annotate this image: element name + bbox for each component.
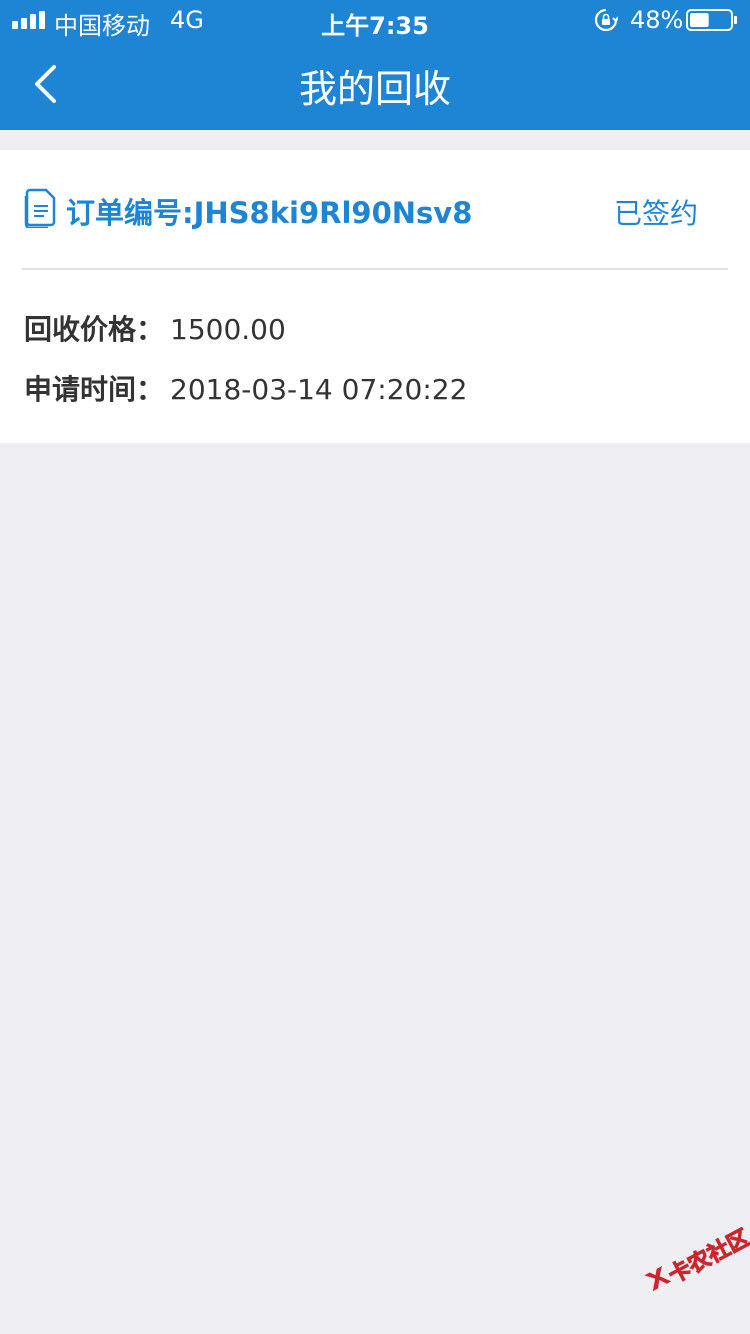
status-bar: 中国移动 4G 上午7:35 48% (0, 0, 750, 40)
apply-time-row: 申请时间： 2018-03-14 07:20:22 (24, 368, 467, 408)
apply-time-value: 2018-03-14 07:20:22 (170, 373, 468, 406)
recycle-price-value: 1500.00 (170, 313, 286, 346)
watermark-logo: 卡农社区 (636, 1215, 750, 1317)
page-title: 我的回收 (298, 67, 451, 111)
order-number: 订单编号:JHS8ki9Rl90Nsv8 (66, 196, 473, 230)
apply-time-label: 申请时间： (24, 373, 165, 406)
app-header: 中国移动 4G 上午7:35 48% 我的回收 (0, 0, 750, 130)
divider (22, 268, 728, 270)
orientation-lock-icon (594, 8, 618, 32)
order-card[interactable]: 订单编号:JHS8ki9Rl90Nsv8 已签约 回收价格： 1500.00 申请… (0, 150, 750, 443)
order-header: 订单编号:JHS8ki9Rl90Nsv8 已签约 (22, 186, 728, 232)
recycle-price-row: 回收价格： 1500.00 (24, 308, 286, 348)
battery-percent: 48% (630, 6, 684, 34)
watermark-text: 卡农社区 (664, 1225, 750, 1289)
recycle-price-label: 回收价格： (24, 313, 165, 346)
battery-icon (686, 9, 737, 31)
document-icon (24, 188, 56, 228)
status-badge: 已签约 (613, 197, 698, 230)
nav-bar: 我的回收 (0, 40, 750, 130)
